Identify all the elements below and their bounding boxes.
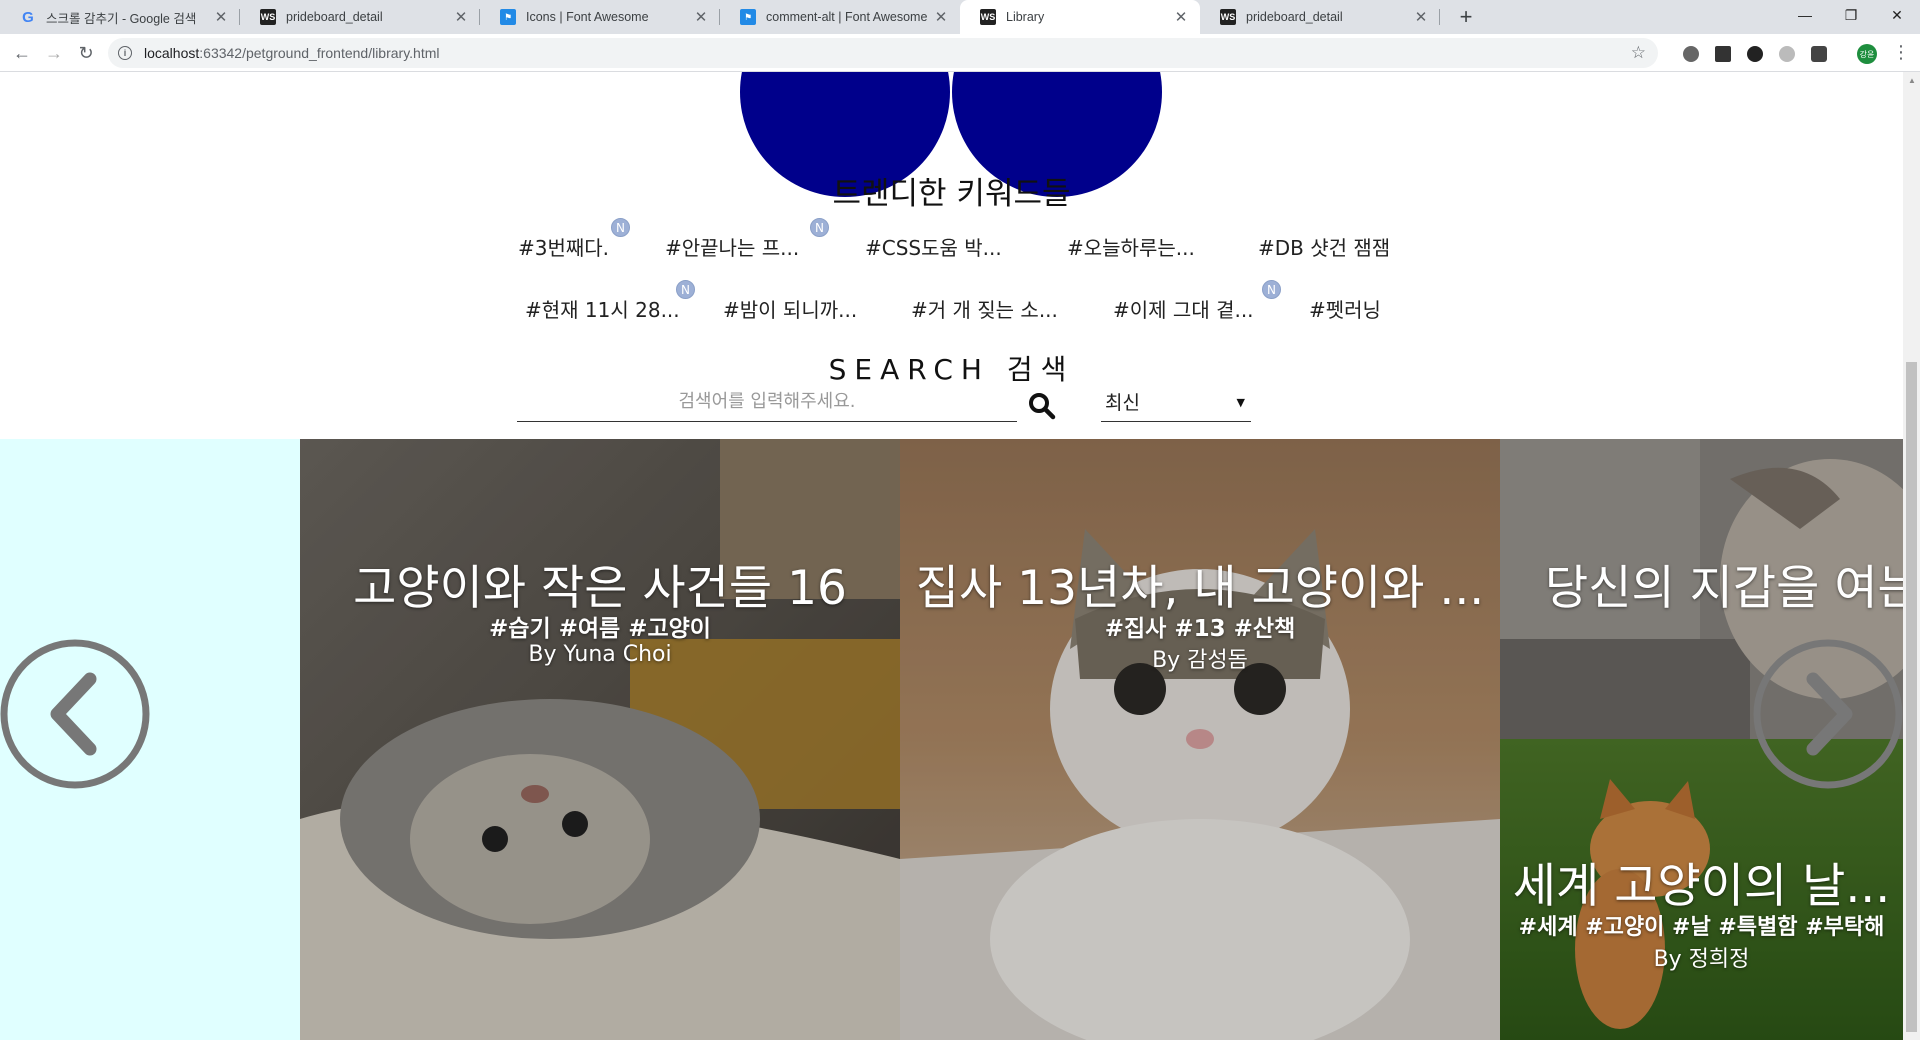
new-badge: N (676, 280, 695, 299)
browser-tab[interactable]: G 스크롤 감추기 - Google 검색 ✕ (0, 0, 240, 34)
close-icon[interactable]: ✕ (452, 8, 470, 26)
trending-keyword[interactable]: #이제 그대 곁... (1113, 294, 1254, 323)
new-badge: N (810, 218, 829, 237)
post-tags: #세계 #고양이 #날 #특별함 #부탁해 (1518, 915, 1885, 940)
trending-keywords-title: 트렌디한 키워드들 (832, 176, 1071, 212)
trending-keyword[interactable]: #안끝나는 프... (665, 232, 799, 261)
font-awesome-flag-icon: ⚑ (740, 9, 756, 25)
trending-keyword[interactable]: #밤이 되니까... (723, 294, 857, 323)
url-host: localhost (144, 45, 200, 61)
url-path: :63342/petground_frontend/library.html (199, 45, 440, 61)
window-close-button[interactable]: ✕ (1874, 0, 1920, 30)
post-carousel: 고양이와 작은 사건들 16 #습기 #여름 #고양이 By Yuna Choi (0, 439, 1903, 1040)
font-awesome-flag-icon: ⚑ (500, 9, 516, 25)
post-author: By 감성돔 (1152, 648, 1248, 673)
post-title: 집사 13년차, 내 고양이와 ... (915, 561, 1485, 616)
trending-keyword[interactable]: #오늘하루는... (1067, 232, 1195, 261)
card-overlay (900, 439, 1500, 1040)
reload-button[interactable]: ↻ (72, 39, 100, 67)
search-icon[interactable] (1028, 392, 1056, 420)
close-icon[interactable]: ✕ (1412, 8, 1430, 26)
post-author: By 정희정 (1653, 947, 1750, 972)
close-icon[interactable]: ✕ (212, 8, 230, 26)
address-bar[interactable]: i localhost:63342/petground_frontend/lib… (108, 38, 1658, 68)
post-title: 세계 고양이의 날... (1512, 859, 1891, 914)
browser-tab[interactable]: ⚑ Icons | Font Awesome ✕ (480, 0, 720, 34)
trending-keyword[interactable]: #거 개 짖는 소... (911, 294, 1058, 323)
browser-tab-active[interactable]: WS Library ✕ (960, 0, 1200, 34)
sort-select[interactable]: 최신 ▼ (1101, 388, 1251, 422)
profile-avatar[interactable]: 강윤 (1857, 44, 1877, 64)
carousel-prev-arrow[interactable] (0, 639, 150, 789)
new-badge: N (1262, 280, 1281, 299)
post-title: 고양이와 작은 사건들 16 (353, 561, 847, 616)
new-tab-button[interactable]: + (1452, 3, 1480, 31)
restore-button[interactable]: ❐ (1828, 0, 1874, 30)
close-icon[interactable]: ✕ (1172, 8, 1190, 26)
webstorm-icon: WS (260, 9, 276, 25)
new-badge: N (611, 218, 630, 237)
tab-title: Library (1006, 10, 1045, 24)
post-tags: #습기 #여름 #고양이 (489, 616, 711, 642)
chevron-down-icon: ▼ (1236, 396, 1245, 409)
bookmark-star-icon[interactable]: ☆ (1631, 43, 1646, 63)
browser-tab[interactable]: WS prideboard_detail ✕ (1200, 0, 1440, 34)
carousel-next-arrow[interactable] (1753, 639, 1903, 789)
tab-title: prideboard_detail (1246, 10, 1343, 24)
post-title: 당신의 지갑을 여는 (1545, 561, 1903, 616)
browser-tab-strip: G 스크롤 감추기 - Google 검색 ✕ WS prideboard_de… (0, 0, 1920, 34)
scroll-up-icon[interactable]: ▲ (1908, 76, 1916, 85)
trending-keyword[interactable]: #CSS도움 박... (865, 232, 1002, 261)
trending-keyword[interactable]: #현재 11시 28... (525, 294, 680, 323)
trending-keyword[interactable]: #펫러닝 (1309, 294, 1381, 323)
browser-menu-icon[interactable]: ⋮ (1892, 42, 1910, 63)
close-icon[interactable]: ✕ (692, 8, 710, 26)
tab-title: prideboard_detail (286, 10, 383, 24)
tab-title: 스크롤 감추기 - Google 검색 (46, 11, 197, 26)
minimize-button[interactable]: — (1782, 0, 1828, 30)
post-card[interactable]: 집사 13년차, 내 고양이와 ... #집사 #13 #산책 By 감성돔 (900, 439, 1500, 1040)
trending-keyword[interactable]: #DB 샷건 잼잼 (1258, 232, 1390, 261)
google-g-icon: G (22, 8, 34, 26)
webstorm-icon: WS (980, 9, 996, 25)
search-input[interactable] (517, 382, 1017, 422)
back-button[interactable]: ← (8, 39, 36, 67)
browser-toolbar: ← → ↻ i localhost:63342/petground_fronte… (0, 34, 1920, 72)
post-tags: #집사 #13 #산책 (1104, 616, 1296, 642)
forward-button[interactable]: → (40, 39, 68, 67)
tab-divider (1439, 9, 1440, 25)
post-card[interactable]: 고양이와 작은 사건들 16 #습기 #여름 #고양이 By Yuna Choi (300, 439, 900, 1040)
close-icon[interactable]: ✕ (932, 8, 950, 26)
page-scrollbar[interactable]: ▲ (1903, 72, 1920, 1040)
extension-icon[interactable] (1683, 46, 1699, 62)
post-author: By Yuna Choi (528, 642, 672, 667)
scrollbar-thumb[interactable] (1906, 362, 1917, 1032)
trending-keyword[interactable]: #3번째다. (518, 232, 609, 261)
extension-icon[interactable] (1747, 46, 1763, 62)
webstorm-icon: WS (1220, 9, 1236, 25)
browser-tab[interactable]: WS prideboard_detail ✕ (240, 0, 480, 34)
browser-tab[interactable]: ⚑ comment-alt | Font Awesome ✕ (720, 0, 960, 34)
download-extension-icon[interactable] (1715, 46, 1731, 62)
extension-icon[interactable] (1811, 46, 1827, 62)
sort-select-value: 최신 (1105, 392, 1140, 414)
tab-title: Icons | Font Awesome (526, 10, 649, 24)
page-viewport: 트렌디한 키워드들 #3번째다. N #안끝나는 프... N #CSS도움 박… (0, 72, 1903, 1040)
card-overlay (300, 439, 900, 1040)
tab-title: comment-alt | Font Awesome (766, 10, 928, 24)
site-info-icon[interactable]: i (118, 46, 132, 60)
extension-icon[interactable] (1779, 46, 1795, 62)
